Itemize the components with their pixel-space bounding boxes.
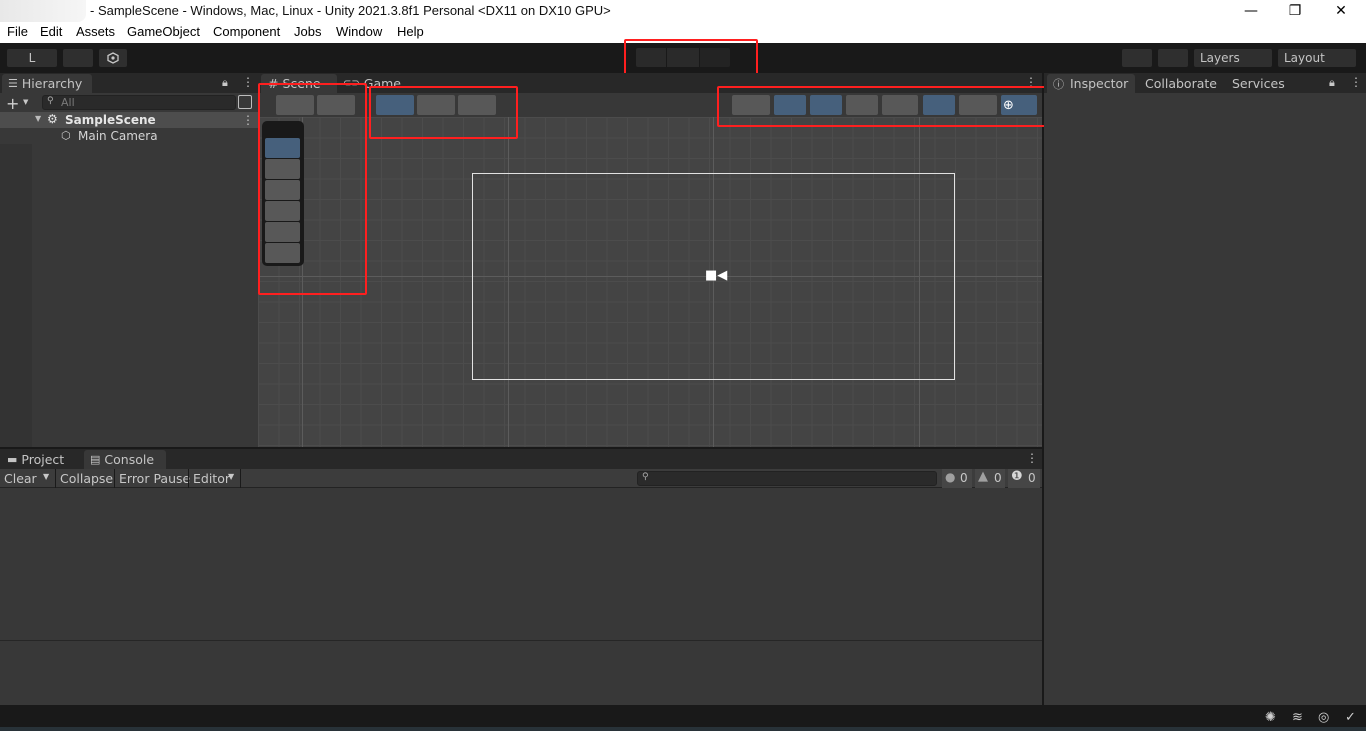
console-search-input[interactable]: ⚲	[637, 471, 937, 486]
list-icon: ☰	[8, 77, 18, 90]
add-button[interactable]: +	[6, 94, 19, 113]
gameobject-cube-icon: ⬡	[61, 129, 71, 142]
console-icon: ▤	[90, 453, 101, 466]
error-pause-toggle[interactable]: Error Pause	[119, 471, 190, 486]
chevron-down-icon[interactable]: ▼	[23, 98, 28, 106]
clear-options-chevron-icon[interactable]: ▼	[43, 472, 49, 481]
menu-edit[interactable]: Edit	[40, 24, 62, 39]
stack-icon[interactable]: ≋	[1292, 710, 1303, 725]
search-icon: ⚲	[47, 96, 54, 106]
status-bar: ✺ ≋ ◎ ✓	[0, 705, 1366, 731]
separator	[114, 469, 115, 488]
minimize-button[interactable]: —	[1228, 0, 1274, 22]
tab-project-label: Project	[21, 452, 65, 467]
editor-chevron-down-icon[interactable]: ▼	[228, 472, 234, 481]
collapse-toggle[interactable]: Collapse	[60, 471, 113, 486]
error-circle-icon: ❶	[1011, 469, 1023, 484]
separator	[240, 469, 241, 488]
editor-dropdown[interactable]: Editor	[193, 471, 230, 486]
scene-visibility-icon[interactable]	[238, 95, 252, 109]
log-count-toggle[interactable]: ● 0	[942, 469, 972, 488]
warning-count: 0	[994, 471, 1002, 485]
window-title-bar: - SampleScene - Windows, Mac, Linux - Un…	[0, 0, 1366, 22]
tab-project[interactable]: ▬ Project	[3, 450, 79, 469]
account-button[interactable]: L	[7, 49, 57, 67]
inspector-tabbar: ⓘ Inspector Collaborate Services 🔒︎ ⋮	[1044, 73, 1366, 93]
info-circle-icon: ●	[945, 470, 956, 484]
hierarchy-search-input[interactable]: ⚲ All	[42, 95, 236, 110]
tab-inspector-label: Inspector	[1070, 76, 1129, 91]
hierarchy-item-label: Main Camera	[78, 129, 158, 143]
unity-scene-icon: ⚙	[47, 112, 58, 126]
hierarchy-tabbar: ☰ Hierarchy 🔒︎ ⋮	[0, 73, 258, 93]
clear-button[interactable]: Clear	[4, 471, 37, 486]
hierarchy-gutter	[0, 144, 32, 447]
tab-hierarchy[interactable]: ☰ Hierarchy	[2, 74, 92, 93]
cube-icon	[107, 52, 119, 64]
menu-help[interactable]: Help	[397, 24, 424, 39]
highlight-scene-view-options	[717, 86, 1049, 127]
warning-triangle-icon: ▲	[978, 469, 988, 484]
error-count: 0	[1028, 471, 1036, 485]
inspector-menu-kebab[interactable]: ⋮	[1350, 75, 1362, 89]
tab-inspector[interactable]: ⓘ Inspector	[1047, 74, 1135, 93]
scene-row[interactable]: ▼ ⚙ SampleScene ⋮	[0, 112, 258, 128]
tab-collaborate[interactable]: Collaborate	[1145, 74, 1229, 93]
taskbar-strip	[0, 727, 1366, 731]
menu-component[interactable]: Component	[213, 24, 280, 39]
highlight-pivot-controls	[369, 86, 518, 139]
list-item[interactable]: ⬡ Main Camera	[0, 128, 258, 144]
menu-window[interactable]: Window	[336, 24, 382, 39]
search-toolbar-button[interactable]	[1122, 49, 1152, 67]
tab-console[interactable]: ▤ Console	[84, 450, 166, 469]
lock-icon[interactable]: 🔒︎	[222, 76, 228, 90]
console-menu-kebab[interactable]: ⋮	[1026, 451, 1038, 465]
warning-count-toggle[interactable]: ▲ 0	[975, 469, 1005, 488]
menu-jobs[interactable]: Jobs	[294, 24, 321, 39]
cloud-button[interactable]	[63, 49, 93, 67]
error-count-toggle[interactable]: ❶ 0	[1008, 469, 1040, 488]
console-panel: Clear ▼ Collapse Error Pause Editor ▼ ⚲ …	[0, 469, 1042, 705]
maximize-button[interactable]: ❐	[1272, 0, 1318, 22]
layers-dropdown[interactable]: Layers	[1194, 49, 1272, 67]
highlight-play-controls	[624, 39, 758, 76]
menu-gameobject[interactable]: GameObject	[127, 24, 200, 39]
expand-arrow-icon[interactable]: ▼	[35, 114, 41, 123]
menu-file[interactable]: File	[7, 24, 28, 39]
inspector-panel	[1044, 93, 1366, 705]
scene-viewport[interactable]: ■◀	[258, 117, 1042, 447]
app-icon	[0, 0, 86, 22]
console-detail-area	[0, 641, 1042, 705]
highlight-tool-palette	[258, 83, 367, 295]
log-count: 0	[960, 471, 968, 485]
close-button[interactable]: ✕	[1318, 0, 1364, 22]
camera-icon[interactable]: ■◀	[705, 268, 727, 283]
separator	[188, 469, 189, 488]
hierarchy-panel: + ▼ ⚲ All ▼ ⚙ SampleScene ⋮ ⬡ Main Camer…	[0, 93, 258, 447]
undo-history-button[interactable]	[1158, 49, 1188, 67]
tab-hierarchy-label: Hierarchy	[21, 76, 83, 91]
search-placeholder: All	[61, 96, 75, 109]
window-title: - SampleScene - Windows, Mac, Linux - Un…	[90, 3, 611, 18]
inspector-lock-icon[interactable]: 🔒︎	[1329, 76, 1335, 90]
bug-icon[interactable]: ✺	[1265, 710, 1276, 725]
scene-name: SampleScene	[65, 113, 156, 127]
bottom-tabbar: ▬ Project ▤ Console ⋮	[0, 449, 1042, 469]
progress-icon[interactable]: ◎	[1318, 710, 1329, 725]
info-icon: ⓘ	[1053, 77, 1064, 91]
console-log-list[interactable]	[0, 489, 1042, 640]
menu-assets[interactable]: Assets	[76, 24, 115, 39]
hierarchy-menu-kebab[interactable]: ⋮	[242, 75, 254, 89]
checkmark-circle-icon[interactable]: ✓	[1345, 710, 1356, 725]
scene-menu-kebab[interactable]: ⋮	[242, 113, 254, 127]
tab-console-label: Console	[104, 452, 155, 467]
layout-dropdown[interactable]: Layout	[1278, 49, 1356, 67]
console-toolbar: Clear ▼ Collapse Error Pause Editor ▼ ⚲ …	[0, 469, 1042, 488]
collab-button[interactable]	[99, 49, 127, 67]
separator	[55, 469, 56, 488]
folder-icon: ▬	[7, 453, 18, 466]
search-icon: ⚲	[642, 472, 649, 482]
tab-services[interactable]: Services	[1232, 74, 1292, 93]
